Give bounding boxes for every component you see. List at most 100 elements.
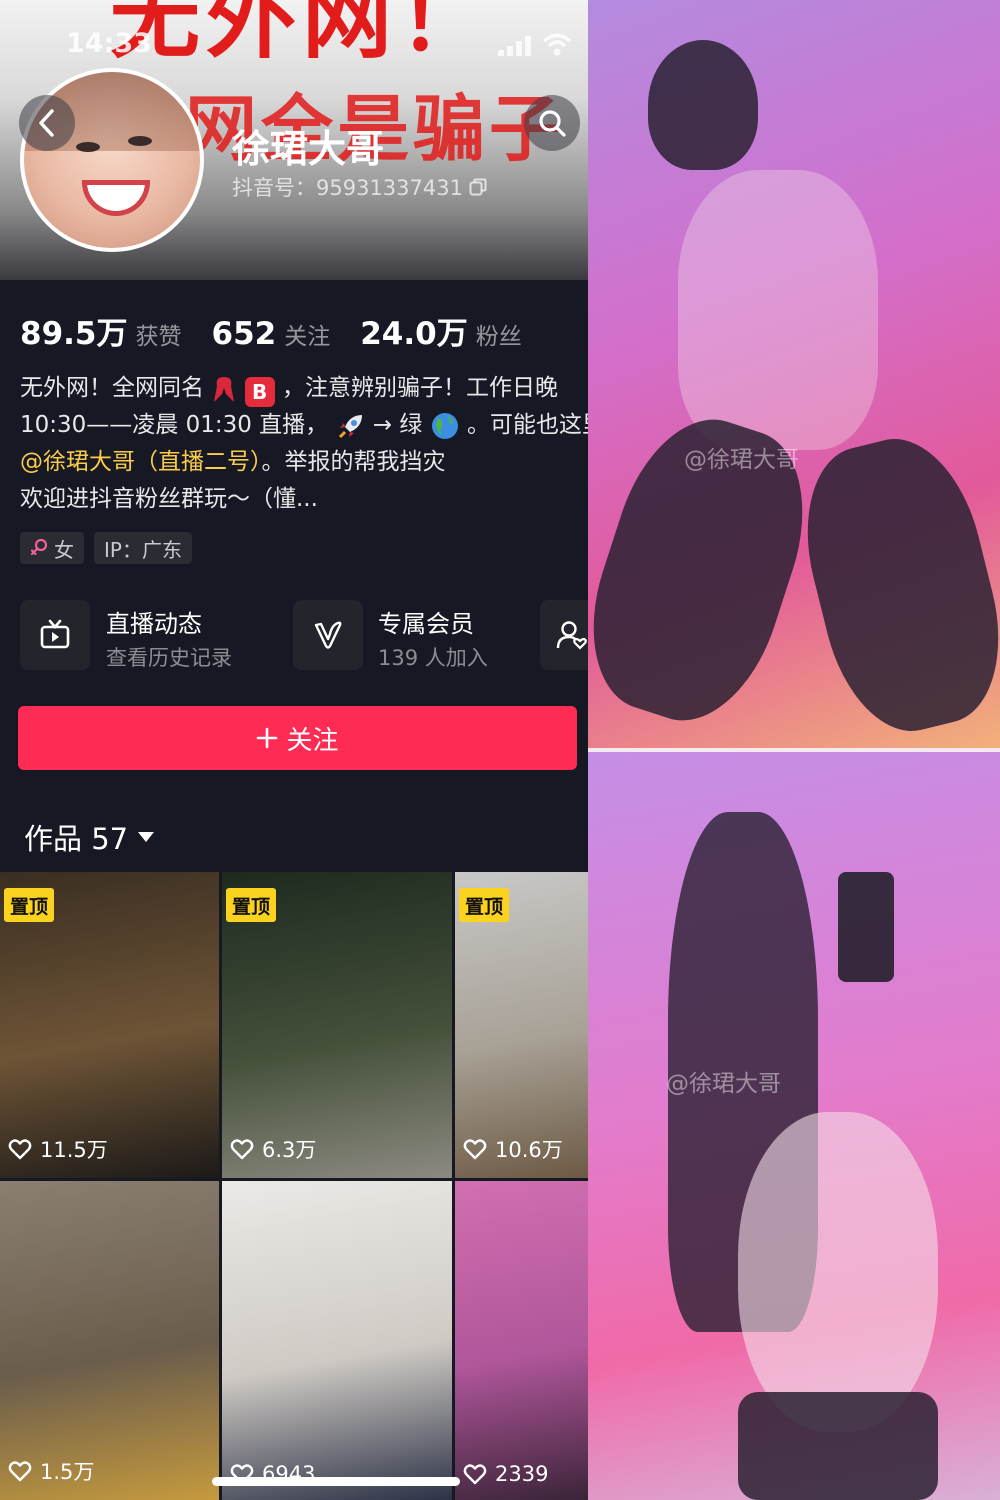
profile-bio[interactable]: 无外网！全网同名 B ，注意辨别骗子！工作日晚 10:30——凌晨 01:30 … <box>20 370 588 518</box>
follow-button[interactable]: 关注 <box>18 706 577 770</box>
member-tile[interactable] <box>293 600 363 670</box>
video-likes: 6.3万 <box>230 1134 316 1164</box>
copy-icon[interactable] <box>469 178 487 196</box>
stat-following[interactable]: 652 关注 <box>212 316 331 352</box>
bio-line-2-start: 10:30——凌晨 01:30 直播， <box>20 412 329 438</box>
video-likes: 2339 <box>463 1462 548 1486</box>
video-tile[interactable]: 置顶 10.6万 <box>455 872 588 1178</box>
avatar-smile <box>82 180 150 216</box>
profile-tags: 女 IP：广东 <box>20 532 192 564</box>
stat-following-label: 关注 <box>284 324 331 350</box>
photo-2-figure-legs <box>738 1392 938 1500</box>
stat-followers-label: 粉丝 <box>475 324 522 350</box>
photo-2-figure-body <box>738 1112 938 1432</box>
photo-1: @徐珺大哥 <box>588 0 1000 748</box>
profile-stats: 89.5万 获赞 652 关注 24.0万 粉丝 <box>20 308 522 353</box>
pinned-badge: 置顶 <box>226 888 277 922</box>
works-tab[interactable]: 作品 57 <box>24 816 155 858</box>
video-likes-count: 1.5万 <box>40 1460 95 1484</box>
video-tile[interactable]: 置顶 11.5万 <box>0 872 219 1178</box>
v-badge-icon <box>314 621 342 649</box>
video-tile[interactable]: 1.5万 <box>0 1181 219 1500</box>
photo-2-watermark: @徐珺大哥 <box>666 1071 781 1097</box>
video-likes-count: 6.3万 <box>262 1138 317 1162</box>
stat-likes-value: 89.5万 <box>20 316 128 352</box>
video-likes-count: 10.6万 <box>495 1138 563 1162</box>
home-indicator <box>212 1477 460 1486</box>
bio-line-1-end: ，注意辨别骗子！工作日晚 <box>281 375 558 401</box>
bio-line-1-start: 无外网！全网同名 <box>20 375 204 401</box>
rocket-emoji-icon <box>338 414 362 438</box>
stat-followers-value: 24.0万 <box>360 316 468 352</box>
ip-tag: IP：广东 <box>94 532 192 564</box>
gender-tag-text: 女 <box>54 537 74 562</box>
avatar-eye-right <box>128 136 152 146</box>
follow-button-label: 关注 <box>286 725 339 756</box>
chevron-left-icon <box>39 109 54 137</box>
photo-1-figure-leg-right <box>785 423 1000 747</box>
globe-emoji-icon <box>431 412 458 439</box>
bio-line-1: 无外网！全网同名 B ，注意辨别骗子！工作日晚 <box>20 370 588 407</box>
video-likes: 1.5万 <box>8 1456 94 1486</box>
member-title[interactable]: 专属会员 <box>378 604 474 639</box>
live-history-tile[interactable] <box>20 600 90 670</box>
female-icon <box>30 538 48 556</box>
heart-outline-icon <box>230 1139 254 1160</box>
heart-outline-icon <box>463 1464 487 1485</box>
plus-icon <box>257 727 278 749</box>
works-tab-label: 作品 57 <box>24 822 129 856</box>
bio-line-2-middle: → 绿 <box>372 412 423 438</box>
pinned-badge: 置顶 <box>4 888 55 922</box>
bio-line-3: @徐珺大哥（直播二号）。举报的帮我挡灾 <box>20 444 588 481</box>
video-likes-count: 11.5万 <box>40 1138 108 1162</box>
video-likes-count: 2339 <box>495 1462 549 1486</box>
live-history-title[interactable]: 直播动态 <box>106 604 202 639</box>
heart-outline-icon <box>463 1139 487 1160</box>
bio-line-4: 欢迎进抖音粉丝群玩～（懂... <box>20 486 318 512</box>
avatar-eye-left <box>76 142 100 152</box>
video-tile[interactable]: 6943 <box>222 1181 452 1500</box>
stat-likes[interactable]: 89.5万 获赞 <box>20 308 182 353</box>
group-icon <box>556 621 587 650</box>
profile-screen: 无外网！ 网全是骗子 14:33 徐珺大哥 抖音号：95931337431 89… <box>0 0 588 1500</box>
video-tile[interactable]: 置顶 6.3万 <box>222 872 452 1178</box>
back-button[interactable] <box>19 95 75 151</box>
bio-line-3-rest: 。举报的帮我挡灾 <box>261 449 446 475</box>
video-grid: 置顶 11.5万 置顶 6.3万 置顶 10.6万 1.5万 6943 2339 <box>0 872 588 1500</box>
douyin-id: 抖音号：95931337431 <box>232 172 487 202</box>
tv-icon <box>40 619 70 649</box>
profile-info-panel: 89.5万 获赞 652 关注 24.0万 粉丝 无外网！全网同名 B ，注意辨… <box>0 280 588 872</box>
photo-2-phone <box>838 872 894 982</box>
search-icon <box>539 110 566 137</box>
stat-followers[interactable]: 24.0万 粉丝 <box>360 308 522 353</box>
heart-outline-icon <box>8 1139 32 1160</box>
pinned-badge: 置顶 <box>459 888 510 922</box>
video-likes: 10.6万 <box>463 1134 563 1164</box>
bio-line-2-end: 。可能也这里 <box>467 412 588 438</box>
member-subtitle: 139 人加入 <box>378 646 488 670</box>
status-bar: 14:33 <box>0 26 588 66</box>
gender-tag: 女 <box>20 532 84 564</box>
video-likes: 11.5万 <box>8 1134 108 1164</box>
b-emoji-icon: B <box>244 377 275 407</box>
caret-down-icon <box>138 832 155 842</box>
bio-mention-link[interactable]: @徐珺大哥（直播二号） <box>20 449 262 475</box>
photo-1-watermark: @徐珺大哥 <box>684 447 799 473</box>
photo-1-figure-head <box>648 40 758 170</box>
wifi-icon <box>542 33 572 56</box>
douyin-id-text: 抖音号：95931337431 <box>232 176 463 200</box>
bio-line-2: 10:30——凌晨 01:30 直播， → 绿 。可能也这里 <box>20 407 588 444</box>
status-time: 14:33 <box>66 28 152 59</box>
video-tile[interactable]: 2339 <box>455 1181 588 1500</box>
profile-name: 徐珺大哥 <box>232 127 385 171</box>
fan-group-tile[interactable] <box>540 600 588 670</box>
heart-outline-icon <box>8 1461 32 1482</box>
signal-icon <box>498 36 531 56</box>
search-button[interactable] <box>524 95 580 151</box>
photo-2: @徐珺大哥 <box>588 752 1000 1500</box>
live-history-subtitle: 查看历史记录 <box>106 646 232 670</box>
stat-likes-label: 获赞 <box>135 324 182 350</box>
feature-row: 直播动态 查看历史记录 专属会员 139 人加入 <box>20 598 588 670</box>
photo-1-figure-body <box>678 170 878 450</box>
ribbon-emoji-icon <box>214 376 235 402</box>
